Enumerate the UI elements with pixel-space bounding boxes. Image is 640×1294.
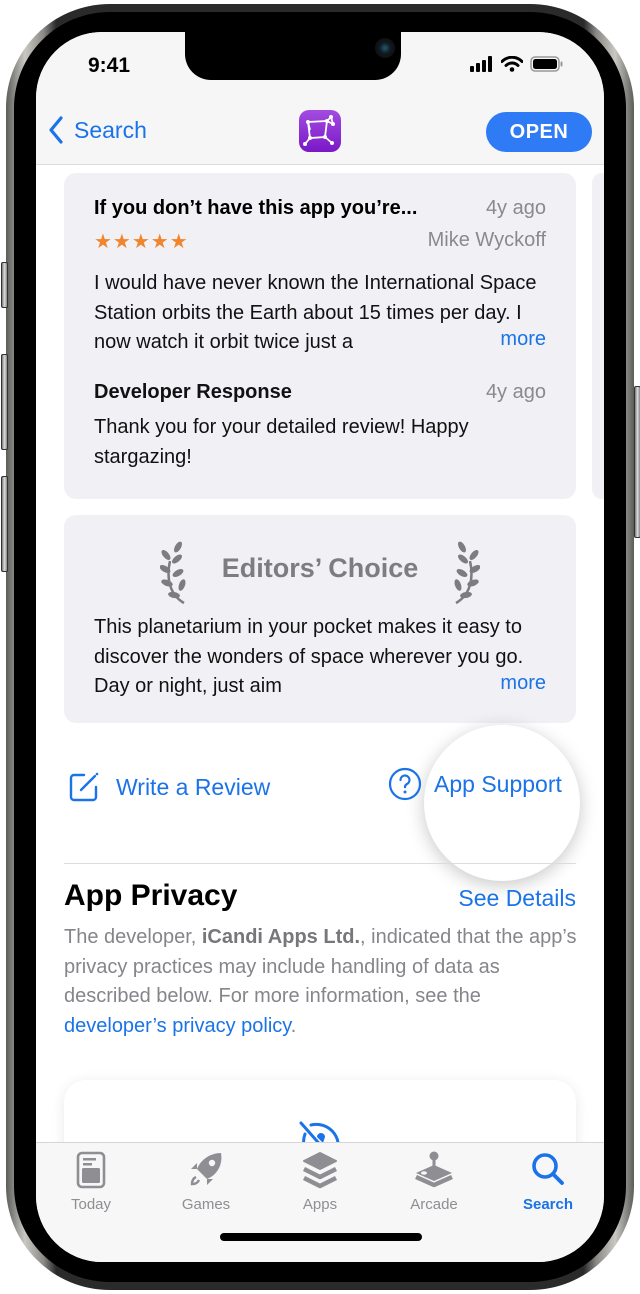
chevron-left-icon bbox=[49, 116, 63, 144]
tab-today[interactable]: Today bbox=[46, 1151, 136, 1213]
nav-bar: Search OPEN bbox=[36, 102, 604, 165]
developer-response-date: 4y ago bbox=[485, 381, 546, 403]
tab-apps[interactable]: Apps bbox=[275, 1151, 365, 1213]
review-title: If you don’t have this app you’re... bbox=[94, 197, 418, 219]
search-icon bbox=[532, 1153, 564, 1185]
editors-choice-more-link[interactable]: more bbox=[470, 672, 546, 695]
compose-icon bbox=[69, 772, 99, 802]
wifi-icon bbox=[501, 56, 523, 72]
section-divider bbox=[64, 863, 576, 864]
review-support-actions: Write a Review App Support bbox=[64, 757, 576, 817]
review-more-link[interactable]: more bbox=[470, 328, 546, 351]
battery-icon bbox=[530, 56, 563, 72]
home-indicator[interactable] bbox=[220, 1233, 422, 1241]
tab-games-label: Games bbox=[181, 1196, 231, 1213]
volume-down-button bbox=[1, 476, 8, 572]
notch bbox=[185, 32, 401, 80]
app-support-button[interactable]: App Support bbox=[388, 767, 562, 801]
rocket-icon bbox=[190, 1153, 222, 1186]
write-review-label: Write a Review bbox=[116, 773, 271, 800]
editors-choice-title: Editors’ Choice bbox=[221, 553, 419, 583]
star-rating: ★★★★★ bbox=[94, 231, 189, 253]
developer-name: iCandi Apps Ltd. bbox=[201, 926, 361, 948]
today-icon bbox=[76, 1151, 106, 1189]
tab-today-label: Today bbox=[70, 1196, 112, 1213]
volume-up-button bbox=[1, 354, 8, 450]
editors-choice-card[interactable]: Editors’ Choice This planetarium in your… bbox=[64, 515, 576, 723]
laurel-right-icon bbox=[454, 541, 480, 605]
status-icons bbox=[470, 56, 564, 72]
tab-bar: Today Games Apps Arcade Search bbox=[36, 1142, 604, 1262]
see-details-link[interactable]: See Details bbox=[458, 885, 576, 912]
next-review-card-peek[interactable] bbox=[592, 173, 604, 499]
review-date: 4y ago bbox=[485, 197, 546, 219]
app-support-label: App Support bbox=[434, 770, 562, 797]
tab-search[interactable]: Search bbox=[503, 1151, 593, 1213]
scroll-content[interactable]: If you don’t have this app you’re... 4y … bbox=[36, 165, 604, 1142]
constellation-icon bbox=[303, 115, 335, 146]
layers-icon bbox=[302, 1152, 338, 1189]
tab-games[interactable]: Games bbox=[161, 1151, 251, 1213]
tab-arcade[interactable]: Arcade bbox=[389, 1151, 479, 1213]
status-bar: 9:41 bbox=[36, 32, 604, 102]
power-button bbox=[634, 386, 640, 538]
screen: 9:41 Search OPEN If you don’t have this … bbox=[36, 32, 604, 1262]
back-button[interactable]: Search bbox=[48, 116, 147, 144]
tab-apps-label: Apps bbox=[302, 1196, 338, 1213]
open-button[interactable]: OPEN bbox=[486, 112, 592, 152]
tab-arcade-label: Arcade bbox=[410, 1196, 458, 1213]
cellular-signal-icon bbox=[470, 56, 492, 72]
privacy-text-after: . bbox=[290, 1014, 297, 1037]
developer-response-title: Developer Response bbox=[94, 381, 292, 403]
developer-response-body: Thank you for your detailed review! Happ… bbox=[94, 416, 469, 468]
front-camera bbox=[375, 38, 395, 58]
tab-search-label: Search bbox=[522, 1196, 574, 1213]
back-label: Search bbox=[74, 116, 147, 143]
review-card[interactable]: If you don’t have this app you’re... 4y … bbox=[64, 173, 576, 499]
privacy-description: The developer, iCandi Apps Ltd., indicat… bbox=[64, 923, 579, 1041]
status-time: 9:41 bbox=[88, 54, 131, 77]
question-circle-icon bbox=[388, 767, 422, 801]
privacy-policy-link[interactable]: developer’s privacy policy bbox=[64, 1015, 291, 1037]
write-review-button[interactable]: Write a Review bbox=[68, 771, 270, 803]
review-author: Mike Wyckoff bbox=[427, 229, 546, 251]
joystick-icon bbox=[415, 1151, 453, 1188]
data-not-linked-icon bbox=[299, 1121, 340, 1142]
app-privacy-title: App Privacy bbox=[64, 879, 238, 912]
privacy-text-before: The developer, bbox=[64, 926, 202, 948]
silent-switch bbox=[1, 262, 8, 308]
privacy-data-card[interactable] bbox=[64, 1080, 576, 1142]
app-icon bbox=[299, 110, 341, 152]
